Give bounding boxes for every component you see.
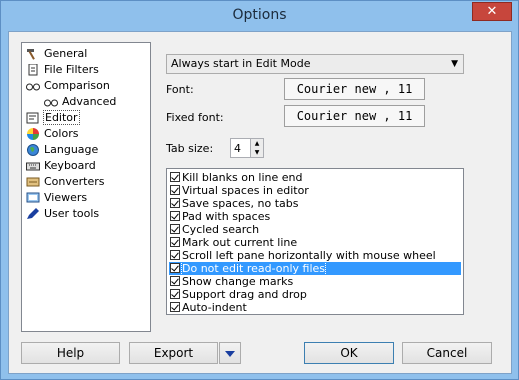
start-mode-value: Always start in Edit Mode (171, 57, 311, 70)
option-readonly[interactable]: Do not edit read-only files (169, 261, 461, 276)
keyboard-icon (26, 160, 40, 172)
checkbox[interactable] (170, 211, 180, 221)
converter-icon (26, 176, 40, 188)
option-cycled-search[interactable]: Cycled search (169, 223, 461, 236)
tree-item-label: Keyboard (44, 159, 96, 172)
option-label: Scroll left pane horizontally with mouse… (182, 249, 436, 262)
fixed-font-label: Fixed font: (166, 111, 224, 124)
editor-icon (26, 112, 40, 124)
tree-item-colors[interactable]: Colors (26, 126, 78, 142)
tree-item-language[interactable]: Language (26, 142, 98, 158)
hammer-icon (26, 48, 40, 60)
tree-item-viewers[interactable]: Viewers (26, 190, 87, 206)
tree-item-converters[interactable]: Converters (26, 174, 105, 190)
option-label: Kill blanks on line end (182, 171, 303, 184)
close-icon: ✕ (486, 4, 498, 19)
option-label: Mark out current line (182, 236, 298, 249)
help-button[interactable]: Help (21, 342, 120, 364)
tree-item-general[interactable]: General (26, 46, 87, 62)
checkbox[interactable] (170, 302, 180, 312)
option-label: Do not edit read-only files (180, 261, 327, 276)
dialog-body: General File Filters Comparison Advanced… (8, 31, 512, 374)
tree-item-label: File Filters (44, 63, 99, 76)
option-label: Auto-indent (182, 301, 247, 314)
globe-icon (26, 144, 40, 156)
font-button[interactable]: Courier new , 11 (284, 78, 425, 100)
option-save-spaces[interactable]: Save spaces, no tabs (169, 197, 461, 210)
option-label: Show change marks (182, 275, 294, 288)
font-label: Font: (166, 83, 194, 96)
caret-down-icon (225, 351, 235, 357)
option-mark-current-line[interactable]: Mark out current line (169, 236, 461, 249)
glasses-icon (44, 96, 58, 108)
title-bar: Options ✕ (1, 1, 518, 31)
chevron-down-icon: ▼ (451, 59, 458, 69)
tab-size-value: 4 (234, 142, 241, 155)
option-label: Save spaces, no tabs (182, 197, 299, 210)
tab-size-stepper[interactable]: 4 ▲ ▼ (230, 138, 264, 158)
editor-options-list: Kill blanks on line end Virtual spaces i… (166, 168, 464, 315)
tree-item-label: General (44, 47, 88, 60)
checkbox[interactable] (170, 172, 180, 182)
checkbox[interactable] (170, 185, 180, 195)
option-label: Pad with spaces (182, 210, 271, 223)
option-virtual-spaces[interactable]: Virtual spaces in editor (169, 184, 461, 197)
option-drag-drop[interactable]: Support drag and drop (169, 288, 461, 301)
option-scroll-left-pane[interactable]: Scroll left pane horizontally with mouse… (169, 249, 461, 262)
start-mode-dropdown[interactable]: Always start in Edit Mode ▼ (166, 54, 464, 74)
export-dropdown-button[interactable] (219, 342, 241, 364)
option-label: Virtual spaces in editor (182, 184, 309, 197)
document-icon (26, 63, 40, 76)
close-button[interactable]: ✕ (472, 2, 512, 21)
tree-item-label: Comparison (44, 79, 110, 92)
window-title: Options (232, 7, 287, 23)
spin-down-icon[interactable]: ▼ (250, 148, 263, 157)
option-auto-indent[interactable]: Auto-indent (169, 301, 461, 314)
checkbox[interactable] (170, 224, 180, 234)
tree-item-label: Advanced (62, 95, 117, 108)
tree-item-comparison[interactable]: Comparison (26, 78, 110, 94)
category-tree: General File Filters Comparison Advanced… (21, 42, 151, 332)
checkbox[interactable] (170, 237, 180, 247)
export-button[interactable]: Export (129, 342, 218, 364)
viewer-icon (26, 192, 40, 204)
checkbox[interactable] (170, 263, 180, 273)
tree-item-label: User tools (44, 207, 100, 220)
option-change-marks[interactable]: Show change marks (169, 275, 461, 288)
tree-item-label: Editor (43, 110, 80, 125)
checkbox[interactable] (170, 250, 180, 260)
option-pad-spaces[interactable]: Pad with spaces (169, 210, 461, 223)
pen-icon (26, 208, 40, 220)
options-window: Options ✕ General File Filters Compariso… (0, 0, 519, 380)
option-label: Support drag and drop (182, 288, 307, 301)
tree-item-label: Converters (44, 175, 105, 188)
glasses-icon (26, 80, 40, 92)
ok-button[interactable]: OK (304, 342, 394, 364)
option-kill-blanks[interactable]: Kill blanks on line end (169, 171, 461, 184)
checkbox[interactable] (170, 289, 180, 299)
tree-item-user-tools[interactable]: User tools (26, 206, 99, 222)
tree-item-keyboard[interactable]: Keyboard (26, 158, 96, 174)
tree-item-editor[interactable]: Editor (26, 110, 80, 126)
tab-size-label: Tab size: (166, 142, 214, 155)
cancel-button[interactable]: Cancel (402, 342, 492, 364)
checkbox[interactable] (170, 198, 180, 208)
checkbox[interactable] (170, 276, 180, 286)
fixed-font-button[interactable]: Courier new , 11 (284, 105, 425, 127)
tree-item-label: Language (44, 143, 99, 156)
color-wheel-icon (26, 128, 40, 140)
tree-item-file-filters[interactable]: File Filters (26, 62, 99, 78)
tree-item-advanced[interactable]: Advanced (44, 94, 116, 110)
tree-item-label: Colors (44, 127, 79, 140)
option-label: Cycled search (182, 223, 260, 236)
tree-item-label: Viewers (44, 191, 88, 204)
